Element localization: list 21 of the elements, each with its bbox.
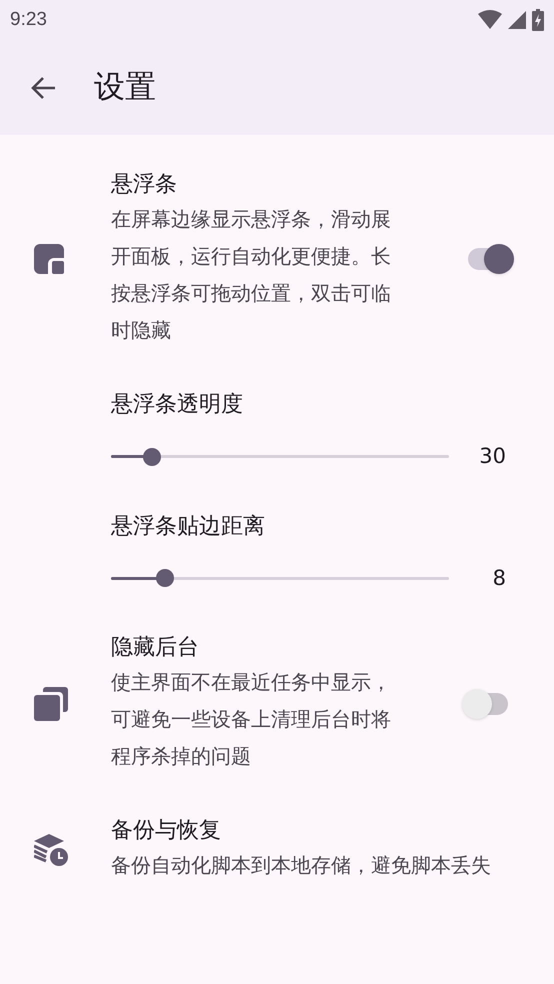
slider-value: 8 [492, 564, 506, 592]
battery-charging-icon [532, 9, 544, 31]
stacked-squares-icon [34, 686, 68, 720]
layers-clock-icon [34, 834, 68, 866]
setting-description: 在屏幕边缘显示悬浮条，滑动展开面板，运行自动化更便捷。长按悬浮条可拖动位置，双击可临时隐藏 [111, 206, 392, 344]
setting-title: 隐藏后台 [111, 634, 200, 662]
slider[interactable] [111, 568, 449, 588]
setting-title: 悬浮条透明度 [111, 391, 244, 419]
setting-title: 备份与恢复 [111, 817, 222, 845]
back-arrow-icon [30, 76, 56, 100]
setting-description: 备份自动化脚本到本地存储，避免脚本丢失 [111, 852, 492, 879]
wifi-icon [478, 10, 502, 30]
page-title: 设置 [94, 68, 156, 108]
slider[interactable] [111, 446, 449, 467]
slider-value: 30 [478, 443, 506, 470]
status-time: 9:23 [10, 8, 47, 32]
signal-icon [508, 11, 526, 29]
floating-window-icon [34, 244, 64, 274]
setting-title: 悬浮条 [111, 171, 178, 199]
setting-description: 使主界面不在最近任务中显示，可避免一些设备上清理后台时将程序杀掉的问题 [111, 669, 392, 770]
setting-title: 悬浮条贴边距离 [111, 512, 266, 540]
